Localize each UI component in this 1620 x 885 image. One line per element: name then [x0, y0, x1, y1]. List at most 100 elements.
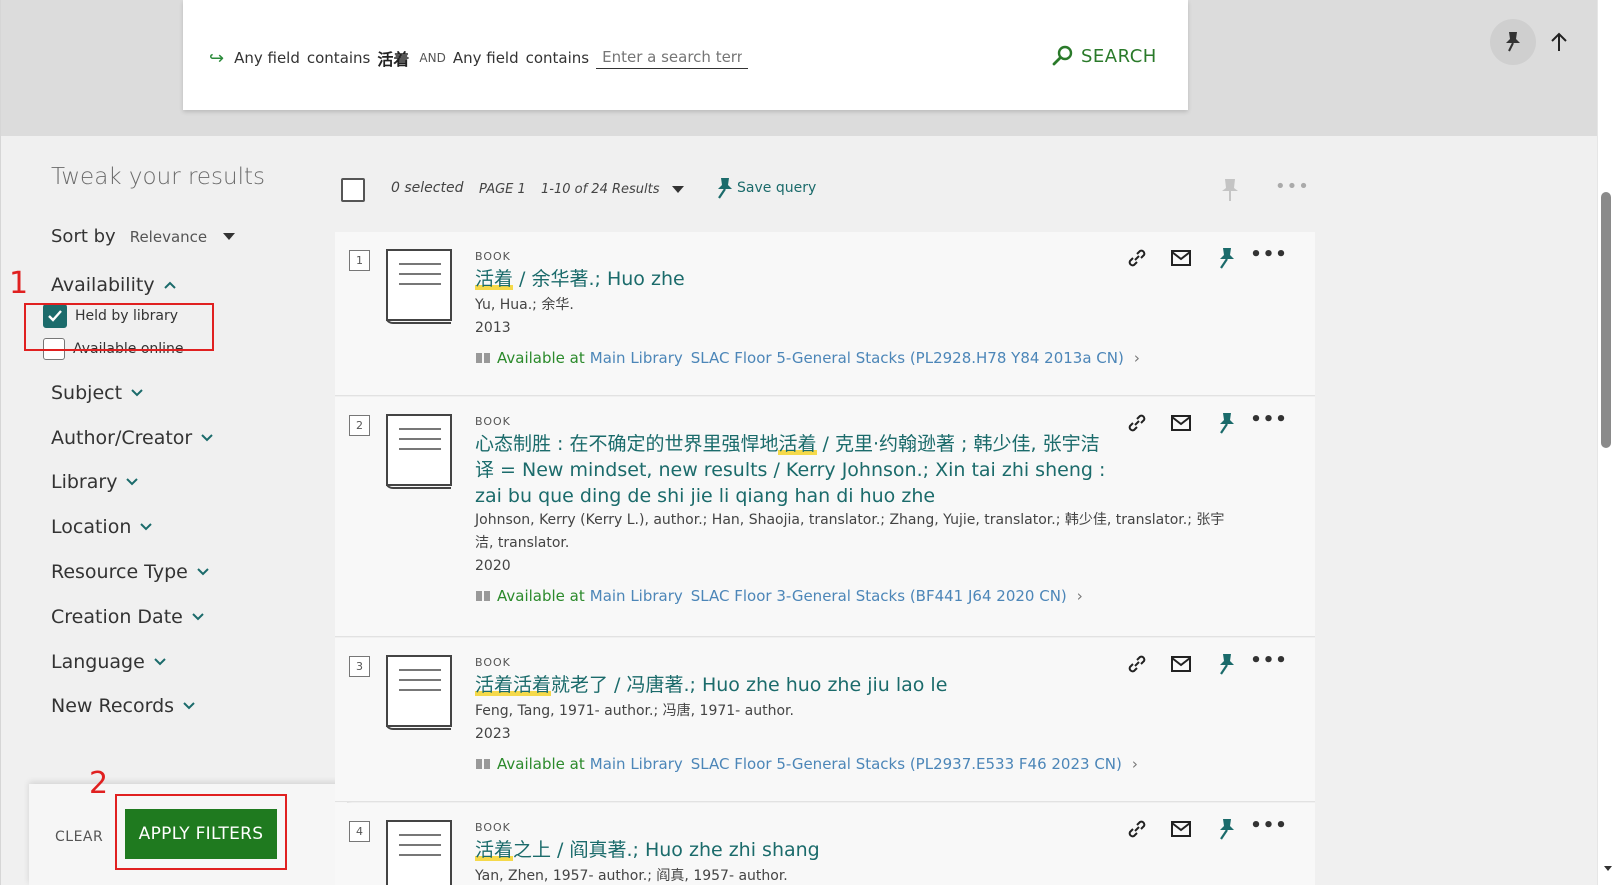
availability-status: Available at — [497, 587, 585, 605]
chevron-down-icon — [140, 523, 153, 531]
resource-type: BOOK — [475, 250, 511, 263]
facet-new-records[interactable]: New Records — [51, 695, 196, 717]
facet-location[interactable]: Location — [51, 516, 153, 538]
result-card[interactable]: 1 BOOK 活着 / 余华著.; Huo zhe Yu, Hua.; 余华. … — [335, 232, 1315, 396]
search-term-input[interactable] — [596, 47, 749, 69]
chevron-down-icon — [197, 568, 209, 576]
sort-by[interactable]: Sort by Relevance — [51, 226, 236, 247]
availability-line[interactable]: Available at Main Library SLAC Floor 3-G… — [475, 587, 1083, 605]
facet-label: New Records — [51, 695, 175, 717]
library-name: Main Library — [589, 587, 683, 605]
return-arrow-icon: ↪ — [209, 47, 225, 69]
result-title[interactable]: 心态制胜 : 在不确定的世界里强悍地活着 / 克里·约翰逊著 ; 韩少佳, 张宇… — [475, 431, 1115, 509]
chevron-right-icon: › — [1076, 587, 1083, 605]
chevron-down-icon — [154, 658, 166, 666]
open-book-icon — [476, 591, 490, 601]
result-title[interactable]: 活着活着就老了 / 冯唐著.; Huo zhe huo zhe jiu lao … — [475, 672, 1115, 698]
availability-status: Available at — [497, 755, 585, 773]
search-operator-2[interactable]: contains — [526, 49, 590, 67]
facet-language[interactable]: Language — [51, 651, 167, 673]
facet-author-creator[interactable]: Author/Creator — [51, 427, 214, 449]
facet-resource-type[interactable]: Resource Type — [51, 561, 210, 583]
result-actions: ••• — [1125, 650, 1301, 676]
link-icon[interactable] — [1125, 246, 1149, 270]
page: ↪ Any field contains 活着 AND Any field co… — [0, 0, 1597, 885]
resource-type: BOOK — [475, 656, 511, 669]
chevron-down-icon — [201, 434, 213, 442]
highlight: 活着 — [475, 839, 514, 861]
email-icon[interactable] — [1169, 652, 1193, 676]
availability-line[interactable]: Available at Main Library SLAC Floor 5-G… — [475, 349, 1140, 367]
result-number: 4 — [349, 821, 370, 842]
search-query-line: ↪ Any field contains 活着 AND Any field co… — [209, 46, 749, 70]
sort-label: Sort by — [51, 226, 116, 247]
facet-label: Subject — [51, 382, 123, 404]
save-query-button[interactable]: Save query — [713, 177, 816, 199]
search-operator-1[interactable]: contains — [307, 49, 371, 67]
facet-label: Author/Creator — [51, 427, 193, 449]
chevron-down-icon — [192, 613, 204, 621]
search-term-1[interactable]: 活着 — [377, 46, 409, 70]
email-icon[interactable] — [1169, 817, 1193, 841]
facet-creation-date[interactable]: Creation Date — [51, 606, 205, 628]
facet-subject[interactable]: Subject — [51, 382, 144, 404]
result-author: Feng, Tang, 1971- author.; 冯唐, 1971- aut… — [475, 703, 794, 719]
search-button-label: SEARCH — [1081, 45, 1157, 67]
result-title[interactable]: 活着之上 / 阎真著.; Huo zhe zhi shang — [475, 837, 1115, 863]
more-actions-icon[interactable]: ••• — [1250, 407, 1287, 431]
advanced-search-box: ↪ Any field contains 活着 AND Any field co… — [183, 0, 1188, 110]
result-card[interactable]: 3 BOOK 活着活着就老了 / 冯唐著.; Huo zhe huo zhe j… — [335, 638, 1315, 802]
link-icon[interactable] — [1125, 817, 1149, 841]
library-name: Main Library — [589, 755, 683, 773]
search-field-1[interactable]: Any field — [234, 49, 300, 67]
more-actions-icon[interactable]: ••• — [1250, 242, 1287, 266]
link-icon[interactable] — [1125, 411, 1149, 435]
result-card[interactable]: 4 BOOK 活着之上 / 阎真著.; Huo zhe zhi shang Ya… — [335, 803, 1315, 885]
back-to-top-button[interactable] — [1543, 26, 1575, 58]
pin-page-button[interactable] — [1221, 178, 1239, 206]
boolean-operator[interactable]: AND — [419, 51, 445, 65]
facet-label: Library — [51, 471, 118, 493]
more-actions-icon[interactable]: ••• — [1250, 813, 1287, 837]
clear-button[interactable]: CLEAR — [55, 829, 103, 845]
pin-icon[interactable] — [1213, 246, 1237, 270]
chevron-up-icon — [163, 281, 176, 289]
search-field-2[interactable]: Any field — [453, 49, 519, 67]
facet-availability[interactable]: Availability — [51, 274, 177, 296]
pin-icon — [1222, 179, 1238, 201]
pin-icon[interactable] — [1213, 411, 1237, 435]
scroll-down-arrow-icon[interactable] — [1604, 866, 1612, 871]
pin-icon[interactable] — [1213, 652, 1237, 676]
result-title[interactable]: 活着 / 余华著.; Huo zhe — [475, 266, 1115, 292]
select-all-checkbox[interactable] — [341, 178, 365, 202]
pin-icon[interactable] — [1213, 817, 1237, 841]
chevron-down-icon — [183, 702, 195, 710]
selected-count: 0 selected — [391, 180, 464, 196]
chevron-down-icon — [131, 389, 143, 397]
facets-sidebar: Tweak your results Sort by Relevance Ava… — [1, 136, 339, 885]
sidebar-title: Tweak your results — [51, 164, 266, 190]
result-number: 2 — [349, 415, 370, 436]
resource-type: BOOK — [475, 415, 511, 428]
results-toolbar: 0 selected PAGE 1 1-10 of 24 Results Sav… — [341, 172, 1321, 208]
facet-label: Creation Date — [51, 606, 183, 628]
search-button[interactable]: SEARCH — [1051, 44, 1157, 68]
link-icon[interactable] — [1125, 652, 1149, 676]
more-options-icon[interactable]: ••• — [1275, 176, 1310, 197]
facet-label: Location — [51, 516, 132, 538]
availability-line[interactable]: Available at Main Library SLAC Floor 5-G… — [475, 755, 1138, 773]
annotation-number-2: 2 — [89, 766, 109, 801]
facet-library[interactable]: Library — [51, 471, 139, 493]
pinned-items-button[interactable] — [1490, 19, 1536, 65]
result-card[interactable]: 2 BOOK 心态制胜 : 在不确定的世界里强悍地活着 / 克里·约翰逊著 ; … — [335, 397, 1315, 637]
result-date: 2013 — [475, 320, 511, 336]
email-icon[interactable] — [1169, 246, 1193, 270]
results-range-dropdown[interactable]: 1-10 of 24 Results — [541, 182, 684, 197]
search-icon — [1052, 45, 1073, 66]
caret-down-icon — [671, 186, 684, 193]
results-range: 1-10 of 24 Results — [541, 182, 660, 197]
pin-icon — [1506, 32, 1520, 52]
scrollbar-thumb[interactable] — [1601, 192, 1611, 448]
more-actions-icon[interactable]: ••• — [1250, 648, 1287, 672]
email-icon[interactable] — [1169, 411, 1193, 435]
